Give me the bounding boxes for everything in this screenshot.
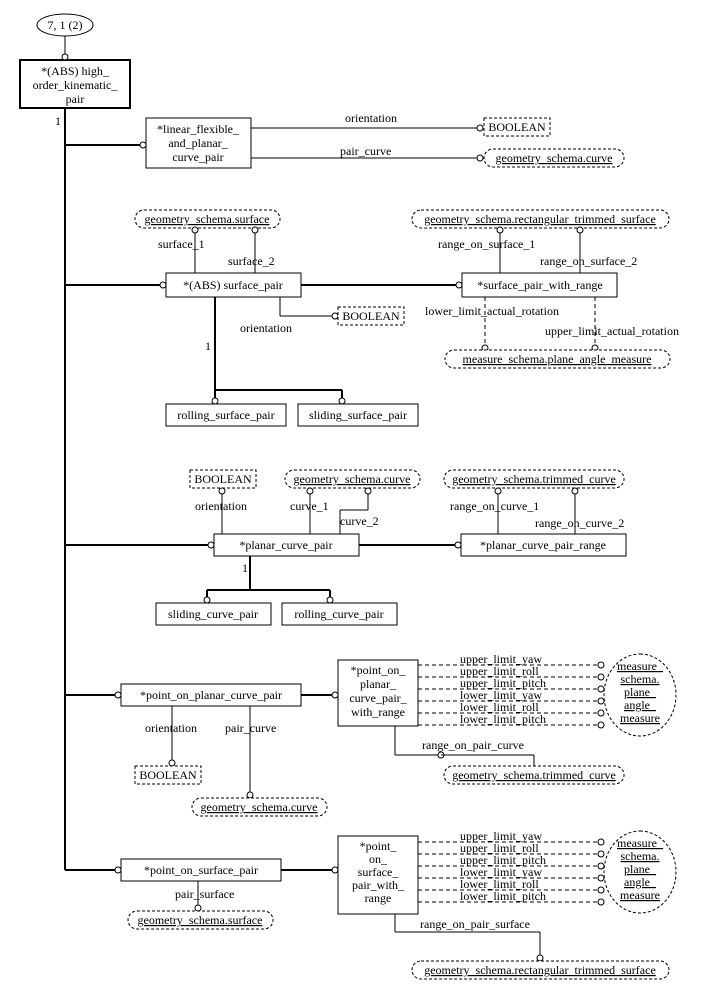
svg-text:geometry_schema.rectangular_tr: geometry_schema.rectangular_trimmed_surf… [424,212,656,226]
lower-limit-actual: lower_limit_actual_rotation [425,304,559,318]
svg-text:schema.: schema. [621,849,660,863]
svg-text:BOOLEAN: BOOLEAN [488,120,546,134]
upper-limit-actual: upper_limit_actual_rotation [545,324,679,338]
svg-text:geometry_schema.surface: geometry_schema.surface [138,913,263,927]
svg-text:rolling_surface_pair: rolling_surface_pair [177,408,274,422]
root-line1: *(ABS) high_ [41,64,110,78]
svg-text:curve_pair: curve_pair [172,150,223,164]
range-on-surface-1: range_on_surface_1 [438,237,535,251]
range-on-pair-curve: range_on_pair_curve [422,738,524,752]
range-on-pair-surface: range_on_pair_surface [420,917,530,931]
svg-text:range: range [365,891,392,905]
one-2: 1 [205,339,211,353]
svg-text:*(ABS) surface_pair: *(ABS) surface_pair [183,278,283,292]
svg-text:measure_: measure_ [617,659,664,673]
svg-text:rolling_curve_pair: rolling_curve_pair [294,607,383,621]
svg-text:measure: measure [620,711,660,725]
svg-text:and_planar_: and_planar_ [168,136,228,150]
svg-text:lower_limit_pitch: lower_limit_pitch [460,712,546,726]
orientation-4: orientation [145,721,197,735]
svg-text:surface_: surface_ [358,865,400,879]
svg-text:angle_: angle_ [624,875,657,889]
svg-text:sliding_surface_pair: sliding_surface_pair [309,408,407,422]
svg-text:sliding_curve_pair: sliding_curve_pair [168,607,258,621]
svg-text:*surface_pair_with_range: *surface_pair_with_range [477,278,602,292]
svg-text:angle_: angle_ [624,698,657,712]
svg-text:plane_: plane_ [624,862,657,876]
range-on-curve-1: range_on_curve_1 [450,499,539,513]
svg-text:*planar_curve_pair_range: *planar_curve_pair_range [480,538,606,552]
orientation-1: orientation [345,111,397,125]
svg-text:geometry_schema.curve: geometry_schema.curve [201,800,318,814]
svg-text:*point_: *point_ [360,839,398,853]
svg-text:measure_schema.plane_angle_mea: measure_schema.plane_angle_measure [463,352,652,366]
svg-text:curve_pair_: curve_pair_ [349,691,407,705]
svg-text:plane_: plane_ [624,685,657,699]
pair-surface: pair_surface [175,887,234,901]
svg-text:*point_on_planar_curve_pair: *point_on_planar_curve_pair [140,688,282,702]
svg-text:*point_on_: *point_on_ [351,663,407,677]
range-on-surface-2: range_on_surface_2 [540,254,637,268]
surface-2: surface_2 [228,254,275,268]
svg-text:*point_on_surface_pair: *point_on_surface_pair [144,863,258,877]
svg-text:BOOLEAN: BOOLEAN [139,768,197,782]
svg-text:geometry_schema.curve: geometry_schema.curve [496,151,613,165]
curve-1: curve_1 [290,499,329,513]
curve-2: curve_2 [340,514,379,528]
svg-text:with_range: with_range [351,705,405,719]
svg-text:*linear_flexible_: *linear_flexible_ [157,122,240,136]
root-line3: pair [66,92,85,106]
pair-curve-1: pair_curve [340,144,391,158]
svg-text:planar_: planar_ [360,677,397,691]
one-1: 1 [55,114,61,128]
root-line2: order_kinematic_ [33,78,119,92]
orientation-2: orientation [240,321,292,335]
svg-text:order_kinematic_: order_kinematic_ [33,78,119,92]
svg-text:geometry_schema.surface: geometry_schema.surface [145,212,270,226]
svg-text:measure: measure [620,888,660,902]
svg-text:schema.: schema. [621,672,660,686]
svg-text:geometry_schema.trimmed_curve: geometry_schema.trimmed_curve [452,472,616,486]
page-ref-label: 7, 1 (2) [48,18,83,32]
svg-text:*(ABS) high_: *(ABS) high_ [41,64,110,78]
svg-text:lower_limit_pitch: lower_limit_pitch [460,889,546,903]
orientation-3: orientation [195,499,247,513]
svg-text:pair_with_: pair_with_ [352,878,405,892]
svg-text:measure_: measure_ [617,836,664,850]
svg-text:pair: pair [66,92,85,106]
one-3: 1 [242,561,248,575]
range-on-curve-2: range_on_curve_2 [535,516,624,530]
svg-text:geometry_schema.trimmed_curve: geometry_schema.trimmed_curve [452,768,616,782]
svg-text:BOOLEAN: BOOLEAN [342,309,400,323]
svg-text:geometry_schema.curve: geometry_schema.curve [294,472,411,486]
surface-1: surface_1 [158,237,205,251]
svg-text:BOOLEAN: BOOLEAN [194,472,252,486]
svg-text:geometry_schema.rectangular_tr: geometry_schema.rectangular_trimmed_surf… [424,963,656,977]
pair-curve-2: pair_curve [225,721,276,735]
svg-text:on_: on_ [369,852,388,866]
svg-text:*planar_curve_pair: *planar_curve_pair [239,538,332,552]
